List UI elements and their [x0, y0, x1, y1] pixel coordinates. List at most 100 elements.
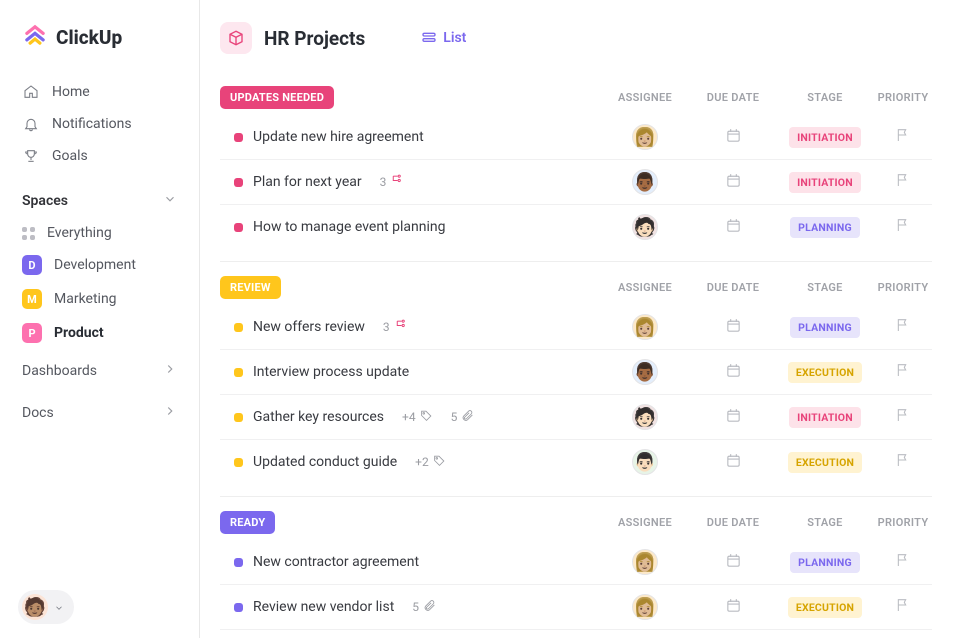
task-row[interactable]: New offers review 3 👩🏼 PLANNING: [220, 305, 932, 349]
cell-stage[interactable]: EXECUTION: [776, 452, 874, 473]
cell-stage[interactable]: EXECUTION: [776, 362, 874, 383]
cell-assignee[interactable]: 👩🏼: [600, 124, 690, 150]
task-row[interactable]: Update new hire agreement 👩🏼 INITIATION: [220, 115, 932, 159]
nav-docs[interactable]: Docs: [0, 392, 199, 434]
nav-home[interactable]: Home: [0, 76, 199, 108]
task-row[interactable]: Gather key resources +45 🧑🏻 INITIATION: [220, 394, 932, 439]
cell-priority[interactable]: [874, 452, 932, 472]
nav-notifications[interactable]: Notifications: [0, 108, 199, 140]
clickup-logo-icon: [22, 22, 48, 52]
cell-priority[interactable]: [874, 597, 932, 617]
cell-due-date[interactable]: [690, 127, 776, 148]
task-row[interactable]: Updated conduct guide +2 👨🏻 EXECUTION: [220, 439, 932, 484]
cell-due-date[interactable]: [690, 452, 776, 473]
task-main: Update new hire agreement: [220, 129, 600, 145]
page-title: HR Projects: [264, 27, 365, 50]
task-main: Review new vendor list 5: [220, 599, 600, 615]
calendar-icon: [725, 452, 742, 473]
column-headers: ASSIGNEE DUE DATE STAGE PRIORITY: [600, 281, 932, 294]
calendar-icon: [725, 597, 742, 618]
task-title: Plan for next year: [253, 174, 362, 190]
cell-due-date[interactable]: [690, 407, 776, 428]
cell-priority[interactable]: [874, 317, 932, 337]
cell-due-date[interactable]: [690, 317, 776, 338]
group-status-pill[interactable]: UPDATES NEEDED: [220, 86, 334, 109]
cell-assignee[interactable]: 👨🏻: [600, 449, 690, 475]
view-tab-list[interactable]: List: [421, 30, 466, 46]
cell-priority[interactable]: [874, 552, 932, 572]
task-list: Update new hire agreement 👩🏼 INITIATION: [220, 115, 932, 249]
task-status-dot[interactable]: [234, 413, 243, 422]
task-status-dot[interactable]: [234, 558, 243, 567]
attachment-count[interactable]: 5: [451, 409, 475, 425]
cell-assignee[interactable]: 👩🏼: [600, 594, 690, 620]
assignee-avatar: 👨🏾: [632, 359, 658, 385]
task-status-dot[interactable]: [234, 458, 243, 467]
cell-stage[interactable]: INITIATION: [776, 172, 874, 193]
sidebar-space-item[interactable]: M Marketing: [0, 282, 199, 316]
user-menu[interactable]: 🧑🏽: [18, 590, 74, 624]
task-status-dot[interactable]: [234, 223, 243, 232]
cell-assignee[interactable]: 👩🏼: [600, 549, 690, 575]
page-header: HR Projects List: [220, 22, 932, 72]
cell-stage[interactable]: INITIATION: [776, 407, 874, 428]
cell-assignee[interactable]: 👨🏾: [600, 169, 690, 195]
task-status-dot[interactable]: [234, 133, 243, 142]
assignee-avatar: 👨🏾: [632, 169, 658, 195]
sidebar-space-item[interactable]: D Development: [0, 248, 199, 282]
cell-due-date[interactable]: [690, 597, 776, 618]
task-list: New offers review 3 👩🏼 PLANNING: [220, 305, 932, 484]
attachment-count[interactable]: 5: [412, 599, 436, 615]
sidebar-space-item[interactable]: P Product: [0, 316, 199, 350]
cell-stage[interactable]: EXECUTION: [776, 597, 874, 618]
task-status-dot[interactable]: [234, 178, 243, 187]
task-row[interactable]: Plan for next year 3 👨🏾 INITIATION: [220, 159, 932, 204]
subtask-count[interactable]: 3: [380, 174, 404, 190]
spaces-header[interactable]: Spaces: [0, 178, 199, 218]
nav-goals[interactable]: Goals: [0, 140, 199, 172]
calendar-icon: [725, 407, 742, 428]
bell-icon: [22, 115, 40, 133]
cell-assignee[interactable]: 🧑🏻: [600, 404, 690, 430]
task-group: READY ASSIGNEE DUE DATE STAGE PRIORITY N…: [220, 496, 932, 638]
cell-due-date[interactable]: [690, 217, 776, 238]
task-status-dot[interactable]: [234, 603, 243, 612]
task-status-dot[interactable]: [234, 323, 243, 332]
cell-assignee[interactable]: 🧑🏻: [600, 214, 690, 240]
nav-dashboards[interactable]: Dashboards: [0, 350, 199, 392]
tag-count[interactable]: +2: [415, 454, 446, 470]
sidebar-item-everything[interactable]: Everything: [0, 218, 199, 248]
cell-due-date[interactable]: [690, 172, 776, 193]
task-main: New contractor agreement: [220, 554, 600, 570]
group-status-pill[interactable]: READY: [220, 511, 275, 534]
task-row[interactable]: How to manage event planning 🧑🏻 PLANNING: [220, 204, 932, 249]
user-avatar: 🧑🏽: [22, 594, 48, 620]
subtask-count[interactable]: 3: [383, 319, 407, 335]
tag-count[interactable]: +4: [402, 409, 433, 425]
cell-assignee[interactable]: 👩🏼: [600, 314, 690, 340]
task-row[interactable]: Review new vendor list 5 👩🏼 EXECUTION: [220, 584, 932, 629]
cell-assignee[interactable]: 👨🏾: [600, 359, 690, 385]
task-row[interactable]: Update key objectives 5 👩🏼 EXECUTION: [220, 629, 932, 638]
cell-priority[interactable]: [874, 127, 932, 147]
group-status-pill[interactable]: REVIEW: [220, 276, 281, 299]
task-row[interactable]: New contractor agreement 👩🏼 PLANNING: [220, 540, 932, 584]
space-label: Marketing: [54, 291, 117, 307]
cell-stage[interactable]: PLANNING: [776, 217, 874, 238]
task-groups: UPDATES NEEDED ASSIGNEE DUE DATE STAGE P…: [220, 72, 932, 638]
cell-due-date[interactable]: [690, 362, 776, 383]
cell-stage[interactable]: PLANNING: [776, 317, 874, 338]
cell-priority[interactable]: [874, 217, 932, 237]
cell-due-date[interactable]: [690, 552, 776, 573]
cell-stage[interactable]: INITIATION: [776, 127, 874, 148]
cell-priority[interactable]: [874, 172, 932, 192]
cell-stage[interactable]: PLANNING: [776, 552, 874, 573]
chevron-down-icon: [163, 192, 177, 210]
task-main: Interview process update: [220, 364, 600, 380]
task-status-dot[interactable]: [234, 368, 243, 377]
brand-logo[interactable]: ClickUp: [0, 22, 199, 70]
cell-priority[interactable]: [874, 362, 932, 382]
cell-priority[interactable]: [874, 407, 932, 427]
task-columns: 👩🏼 INITIATION: [600, 124, 932, 150]
task-row[interactable]: Interview process update 👨🏾 EXECUTION: [220, 349, 932, 394]
